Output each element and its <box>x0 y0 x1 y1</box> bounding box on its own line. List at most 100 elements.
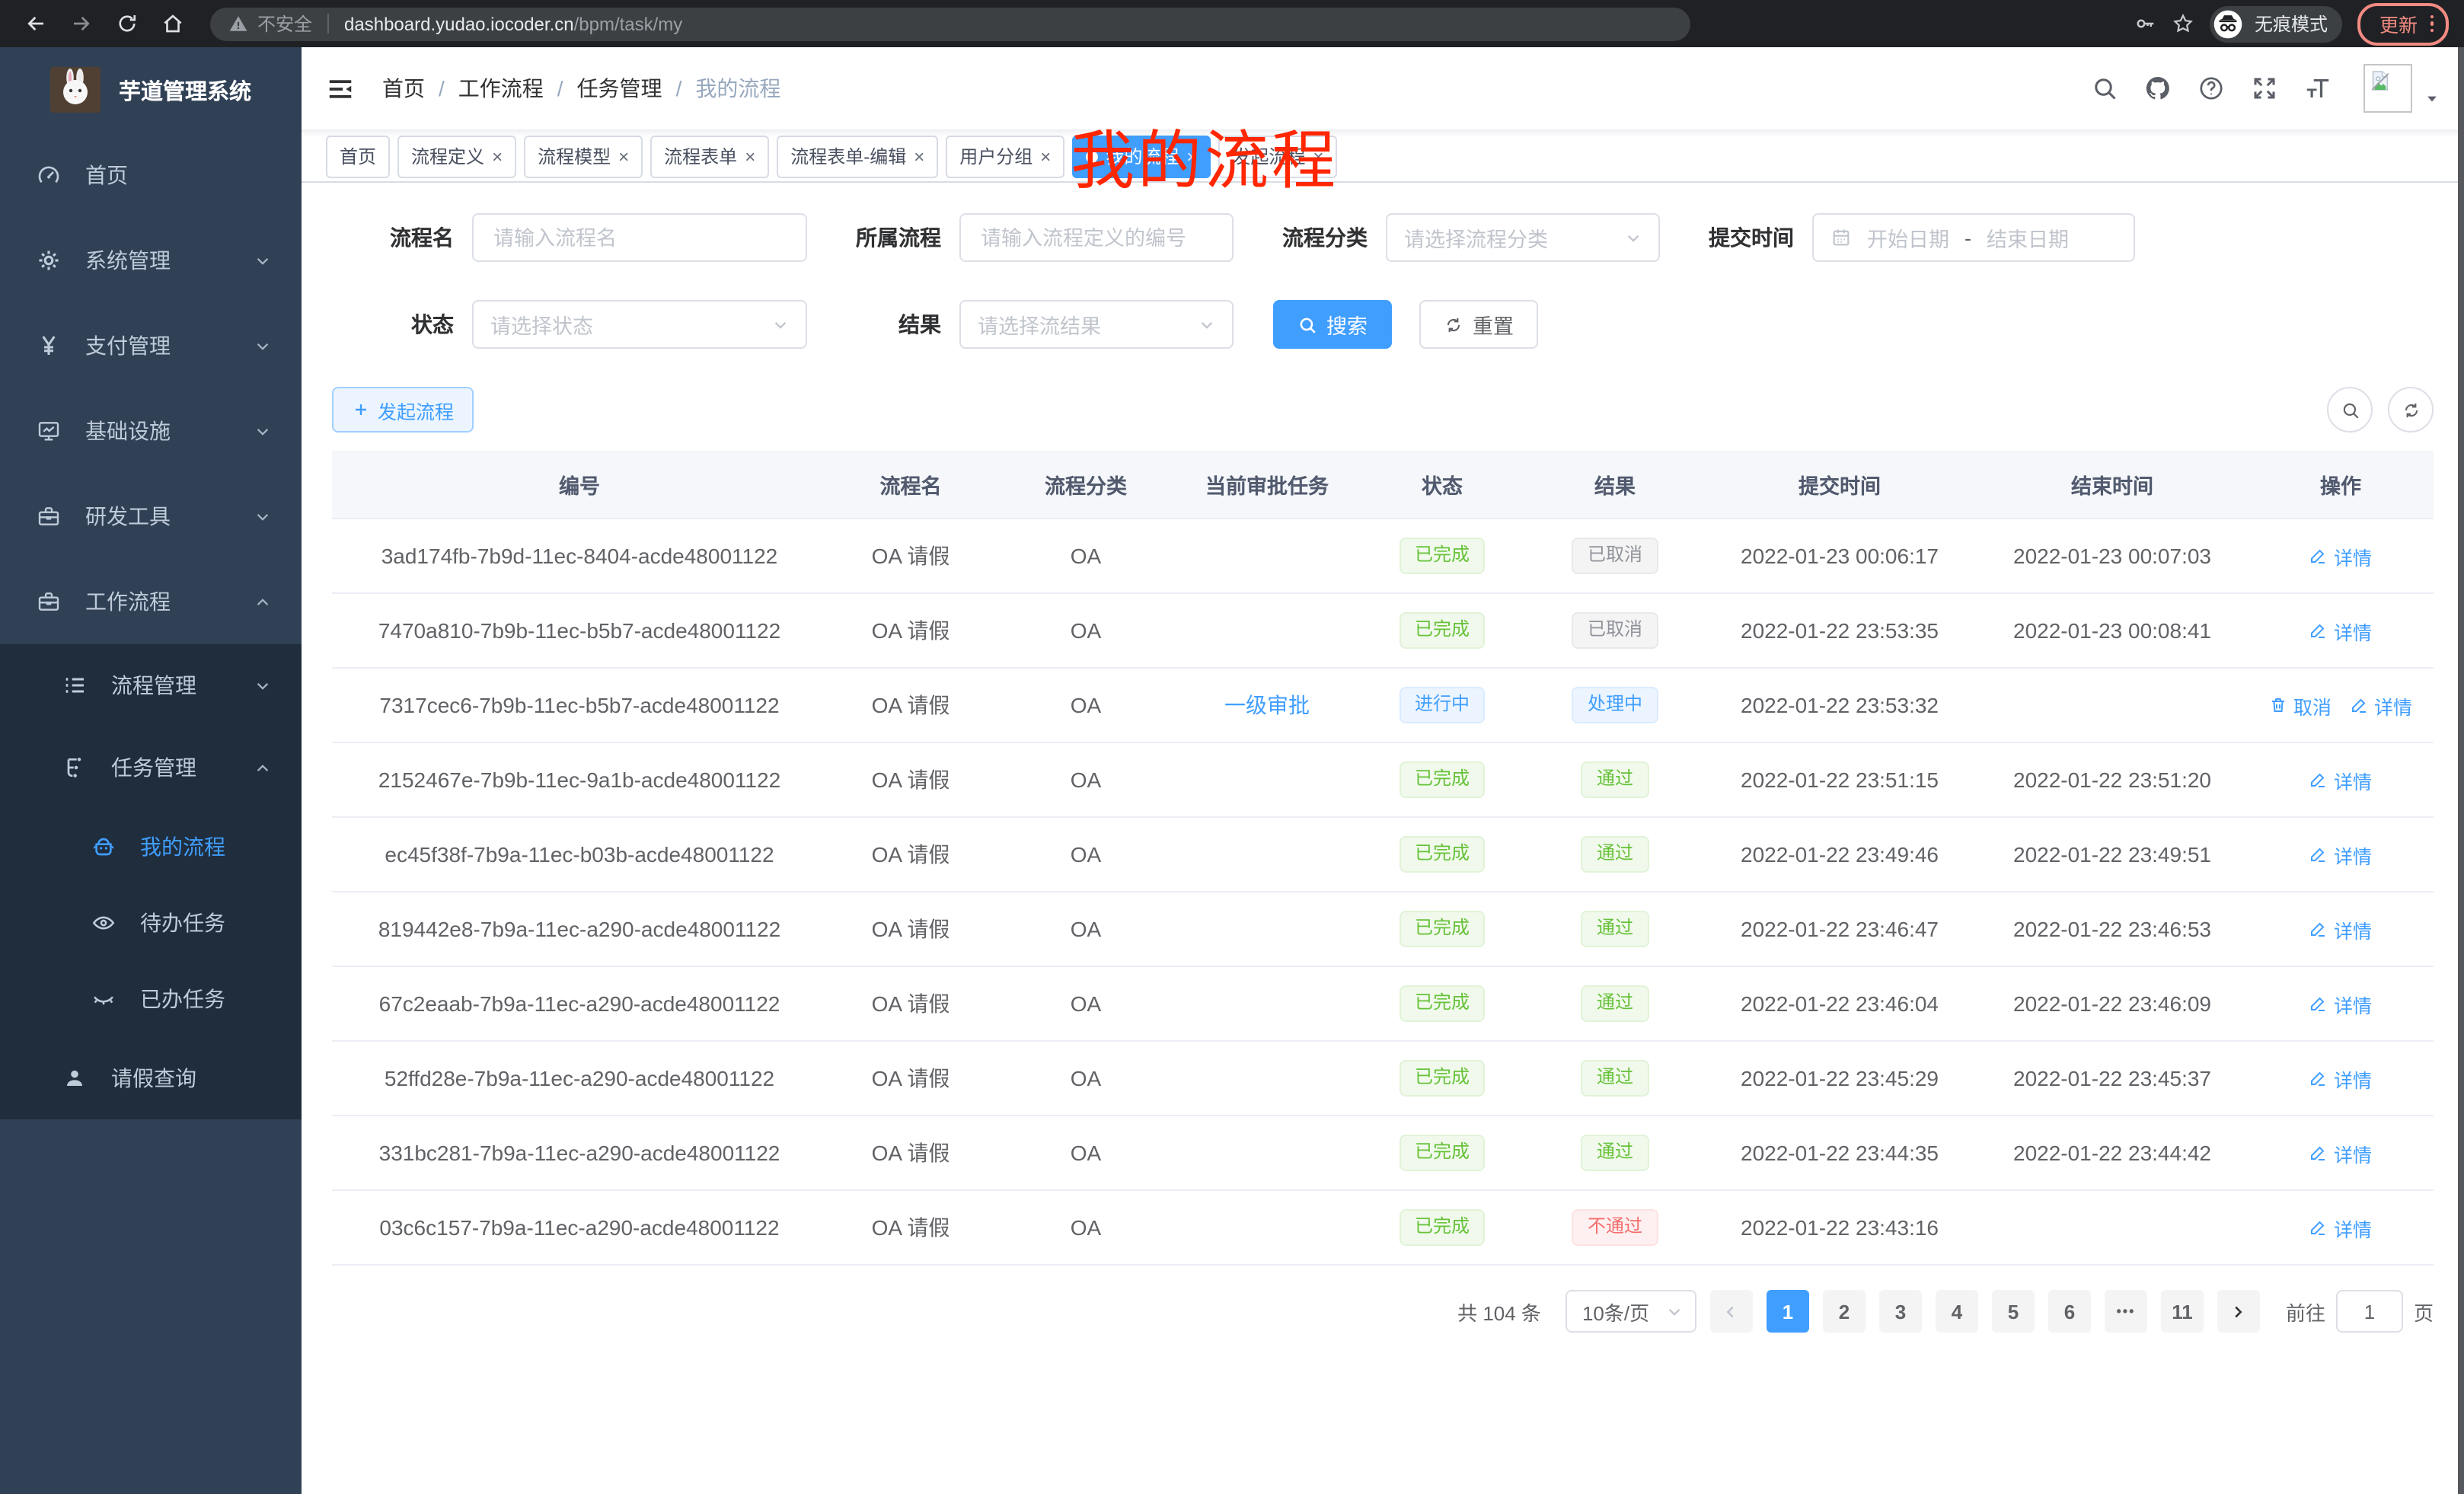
tab-process-definition[interactable]: 流程定义× <box>397 135 516 177</box>
row-action-detail[interactable]: 详情 <box>2309 765 2372 794</box>
header-search-icon[interactable] <box>2091 75 2118 102</box>
reset-button[interactable]: 重置 <box>1419 300 1538 349</box>
page-button-3[interactable]: 3 <box>1879 1290 1922 1333</box>
address-bar[interactable]: 不安全 dashboard.yudao.iocoder.cn /bpm/task… <box>210 7 1690 40</box>
browser-reload-button[interactable] <box>107 4 146 43</box>
cell-category: OA <box>994 742 1177 817</box>
chevron-down-icon <box>1198 316 1215 333</box>
page-button-11[interactable]: 11 <box>2161 1290 2204 1333</box>
browser-update-button[interactable]: 更新 <box>2358 2 2449 45</box>
reload-icon <box>115 12 138 35</box>
start-process-button[interactable]: 发起流程 <box>332 387 474 433</box>
sidebar-item-done-task[interactable]: 已办任务 <box>0 961 302 1037</box>
submit-time-range-picker[interactable]: 开始日期 - 结束日期 <box>1812 213 2135 262</box>
bookmark-star-icon[interactable] <box>2172 12 2195 35</box>
task-link[interactable]: 一级审批 <box>1224 693 1310 717</box>
help-icon[interactable] <box>2197 75 2225 102</box>
sidebar-item-my-process[interactable]: 我的流程 <box>0 809 302 885</box>
page-button-5[interactable]: 5 <box>1992 1290 2035 1333</box>
page-button-2[interactable]: 2 <box>1823 1290 1866 1333</box>
process-definition-input[interactable] <box>978 225 1215 251</box>
breadcrumb-item-2[interactable]: 任务管理 <box>577 73 662 104</box>
tab-label: 我的流程 <box>1106 143 1179 169</box>
filter-status-label: 状态 <box>356 309 454 340</box>
page-button-6[interactable]: 6 <box>2048 1290 2091 1333</box>
tab-close-icon[interactable]: × <box>1313 147 1323 165</box>
row-action-detail[interactable]: 详情 <box>2309 1213 2372 1242</box>
row-action-detail[interactable]: 详情 <box>2309 840 2372 869</box>
row-action-cancel[interactable]: 取消 <box>2269 691 2332 720</box>
breadcrumb-item-0[interactable]: 首页 <box>382 73 425 104</box>
page-ellipsis[interactable]: ••• <box>2105 1290 2147 1333</box>
row-action-detail[interactable]: 详情 <box>2309 1138 2372 1167</box>
tab-close-icon[interactable]: × <box>1040 147 1051 165</box>
end-date-placeholder[interactable]: 结束日期 <box>1987 222 2069 253</box>
row-action-detail[interactable]: 详情 <box>2309 915 2372 943</box>
sidebar-item-process-mgmt[interactable]: 流程管理 <box>0 644 302 726</box>
avatar[interactable] <box>2363 64 2412 113</box>
status-select[interactable]: 请选择状态 <box>472 300 807 349</box>
fullscreen-icon[interactable] <box>2251 75 2278 102</box>
tab-process-form-edit[interactable]: 流程表单-编辑× <box>777 135 938 177</box>
tab-start-process[interactable]: 发起流程× <box>1218 135 1337 177</box>
breadcrumb-item-1[interactable]: 工作流程 <box>458 73 544 104</box>
sidebar-collapse-icon[interactable] <box>326 74 355 103</box>
sidebar-item-home[interactable]: 首页 <box>0 132 302 218</box>
sidebar-item-dev-tools[interactable]: 研发工具 <box>0 474 302 559</box>
process-name-input[interactable] <box>490 225 789 251</box>
key-icon[interactable] <box>2134 12 2157 35</box>
cell-process-name: OA 请假 <box>827 1041 994 1116</box>
browser-forward-button[interactable] <box>61 4 101 43</box>
table-row: 03c6c157-7b9a-11ec-a290-acde48001122OA 请… <box>332 1190 2434 1265</box>
row-action-detail[interactable]: 详情 <box>2309 1064 2372 1093</box>
sidebar-item-workflow[interactable]: 工作流程 <box>0 559 302 644</box>
flow-icon <box>62 755 87 780</box>
sidebar-item-system[interactable]: 系统管理 <box>0 218 302 303</box>
browser-back-button[interactable] <box>15 4 55 43</box>
sidebar-item-task-mgmt[interactable]: 任务管理 <box>0 726 302 809</box>
page-button-4[interactable]: 4 <box>1936 1290 1978 1333</box>
tab-process-form[interactable]: 流程表单 × <box>650 135 769 177</box>
goto-page-input[interactable] <box>2336 1290 2403 1333</box>
page-button-1[interactable]: 1 <box>1767 1290 1809 1333</box>
result-select[interactable]: 请选择流结果 <box>959 300 1234 349</box>
scrollbar[interactable] <box>2458 47 2464 1494</box>
refresh-table-button[interactable] <box>2388 387 2434 433</box>
tab-close-icon[interactable]: × <box>1186 147 1197 165</box>
row-action-detail[interactable]: 详情 <box>2309 616 2372 645</box>
next-page-button[interactable] <box>2217 1290 2260 1333</box>
page-size-select[interactable]: 10条/页 <box>1566 1290 1696 1333</box>
avatar-dropdown[interactable] <box>2363 64 2440 113</box>
category-select[interactable]: 请选择流程分类 <box>1386 213 1660 262</box>
row-action-detail[interactable]: 详情 <box>2350 691 2412 720</box>
sidebar-item-todo-task[interactable]: 待办任务 <box>0 885 302 961</box>
row-action-detail[interactable]: 详情 <box>2309 989 2372 1018</box>
tab-close-icon[interactable]: × <box>618 147 629 165</box>
cell-category: OA <box>994 1116 1177 1190</box>
app-logo-row[interactable]: 芋道管理系统 <box>0 47 302 132</box>
start-date-placeholder[interactable]: 开始日期 <box>1867 222 1949 253</box>
tab-close-icon[interactable]: × <box>745 147 755 165</box>
tab-home[interactable]: 首页 <box>326 135 390 177</box>
tab-my-process[interactable]: 我的流程 × <box>1072 135 1211 177</box>
cell-current-task <box>1177 892 1357 966</box>
tab-user-group[interactable]: 用户分组× <box>946 135 1064 177</box>
tab-label: 流程表单 <box>664 143 737 169</box>
tab-process-model[interactable]: 流程模型× <box>524 135 643 177</box>
prev-page-button[interactable] <box>1710 1290 1753 1333</box>
edit-icon <box>2309 1144 2328 1162</box>
sidebar-item-payment[interactable]: 支付管理 <box>0 303 302 388</box>
sidebar-item-infra[interactable]: 基础设施 <box>0 388 302 474</box>
toggle-search-button[interactable] <box>2327 387 2373 433</box>
sidebar-item-leave-query[interactable]: 请假查询 <box>0 1037 302 1119</box>
github-icon[interactable] <box>2144 75 2172 102</box>
font-size-icon[interactable] <box>2304 75 2332 102</box>
security-label[interactable]: 不安全 <box>257 11 312 37</box>
cell-actions: 详情 <box>2248 593 2434 668</box>
row-action-detail[interactable]: 详情 <box>2309 541 2372 570</box>
search-button[interactable]: 搜索 <box>1273 300 1392 349</box>
tab-close-icon[interactable]: × <box>914 147 924 165</box>
browser-menu-icon[interactable] <box>2430 15 2434 33</box>
browser-home-button[interactable] <box>152 4 192 43</box>
tab-close-icon[interactable]: × <box>492 147 503 165</box>
